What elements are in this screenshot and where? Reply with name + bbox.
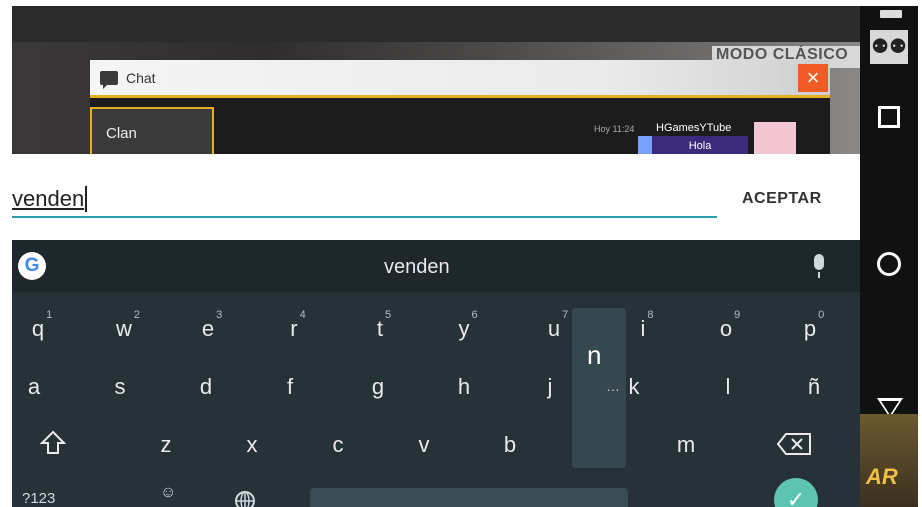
enter-key[interactable]: ✓ <box>774 478 818 507</box>
key-popup-hint: … <box>606 378 620 394</box>
chat-close-button[interactable]: × <box>798 64 828 92</box>
key-g[interactable]: g <box>358 374 398 400</box>
key-label: u <box>547 316 561 341</box>
globe-icon[interactable] <box>234 490 256 507</box>
key-h[interactable]: h <box>444 374 484 400</box>
key-label: r <box>290 316 298 341</box>
backspace-icon[interactable] <box>776 432 812 456</box>
message-user: HGamesYTube <box>656 122 732 134</box>
key-hint-number: 9 <box>734 308 741 321</box>
key-p[interactable]: p0 <box>794 309 834 342</box>
key-a[interactable]: a <box>14 374 54 400</box>
key-c[interactable]: c <box>318 432 358 458</box>
key-z[interactable]: z <box>146 432 186 458</box>
key-hint-number: 0 <box>818 308 825 321</box>
shift-icon[interactable] <box>40 430 66 456</box>
key-label: o <box>719 316 733 341</box>
input-underline <box>12 216 717 218</box>
key-hint-number: 3 <box>216 308 223 321</box>
nav-bar: ⚉⚉ AR <box>860 6 918 507</box>
google-icon[interactable]: G <box>18 252 46 280</box>
key-label: y <box>458 316 470 341</box>
chat-input[interactable]: venden <box>12 186 88 212</box>
chat-title: Chat <box>126 69 156 86</box>
key-f[interactable]: f <box>270 374 310 400</box>
key-hint-number: 7 <box>562 308 569 321</box>
key-label: p <box>803 316 817 341</box>
symbols-key[interactable]: ?123 <box>22 490 55 507</box>
key-e[interactable]: e3 <box>192 309 232 342</box>
key-q[interactable]: q1 <box>22 309 62 342</box>
key-hint-number: 5 <box>385 308 392 321</box>
people-icon[interactable]: ⚉⚉ <box>870 30 908 64</box>
key-label: t <box>376 316 383 341</box>
key-l[interactable]: l <box>708 374 748 400</box>
key-label: q <box>31 316 45 341</box>
tab-clan[interactable]: Clan <box>90 107 214 156</box>
chat-icon <box>100 70 118 89</box>
key-hint-number: 1 <box>46 308 53 321</box>
key-label: e <box>201 316 215 341</box>
key-o[interactable]: o9 <box>710 309 750 342</box>
emoji-icon[interactable]: ☺ <box>160 484 176 502</box>
key-x[interactable]: x <box>232 432 272 458</box>
microphone-icon[interactable] <box>814 254 824 278</box>
key-t[interactable]: t5 <box>364 309 404 342</box>
key-i[interactable]: i8 <box>627 309 667 342</box>
key-hint-number: 8 <box>647 308 654 321</box>
home-button-icon[interactable] <box>877 252 901 276</box>
game-corner-art: AR <box>860 414 918 507</box>
key-j[interactable]: j <box>530 374 570 400</box>
game-top-strip <box>12 6 860 42</box>
key-b[interactable]: b <box>490 432 530 458</box>
key-w[interactable]: w2 <box>108 309 148 342</box>
message-time: Hoy 11:24 <box>594 124 635 134</box>
device-screen: MODO CLÁSICO Chat × Clan Hoy 11:24 HGame… <box>12 6 918 507</box>
message-bubble: Hola <box>638 136 748 156</box>
key-ñ[interactable]: ñ <box>794 374 834 400</box>
suggestion-bar: G venden <box>12 240 860 292</box>
key-s[interactable]: s <box>100 374 140 400</box>
key-label: w <box>115 316 132 341</box>
key-hint-number: 4 <box>299 308 306 321</box>
key-popup-letter: n <box>587 340 602 370</box>
soft-keyboard: G venden q1 w2 e3 r4 t5 y6 u7 i8 o9 p0 asdfghjklñ… <box>12 240 860 507</box>
suggestion-word[interactable]: venden <box>384 256 450 279</box>
key-v[interactable]: v <box>404 432 444 458</box>
space-key[interactable] <box>310 488 628 507</box>
key-r[interactable]: r4 <box>278 309 318 342</box>
accept-button[interactable]: ACEPTAR <box>742 190 822 208</box>
avatar[interactable] <box>754 122 796 156</box>
key-d[interactable]: d <box>186 374 226 400</box>
recents-button-icon[interactable] <box>878 106 900 128</box>
chat-header: Chat × <box>90 60 830 98</box>
key-label: i <box>640 316 646 341</box>
key-hint-number: 6 <box>471 308 478 321</box>
keyboard-indicator-icon <box>880 10 902 18</box>
key-m[interactable]: m <box>666 432 706 458</box>
key-hint-number: 2 <box>133 308 140 321</box>
text-input-bar: venden ACEPTAR <box>12 154 860 240</box>
key-y[interactable]: y6 <box>448 309 488 342</box>
